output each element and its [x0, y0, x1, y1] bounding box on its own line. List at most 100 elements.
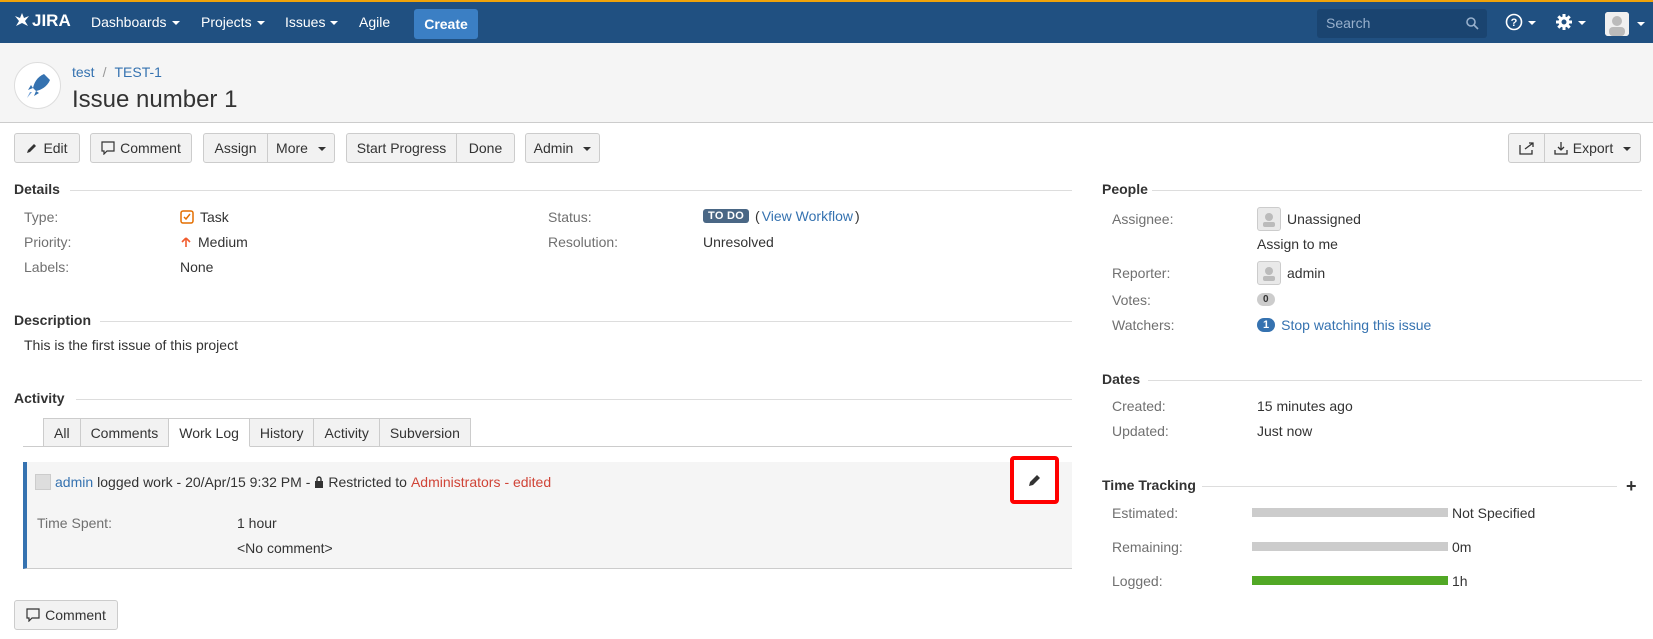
- export-button[interactable]: Export: [1544, 133, 1641, 163]
- details-divider: [70, 190, 1072, 191]
- labels-label: Labels:: [24, 259, 70, 275]
- share-icon: [1518, 142, 1534, 155]
- votes-value[interactable]: 0: [1257, 293, 1275, 306]
- description-divider: [100, 321, 1072, 322]
- details-heading: Details: [14, 181, 60, 197]
- add-comment-label: Comment: [45, 607, 106, 623]
- done-button[interactable]: Done: [456, 133, 515, 163]
- edit-button[interactable]: Edit: [14, 133, 80, 163]
- gear-icon: [1556, 14, 1572, 30]
- type-label: Type:: [24, 209, 59, 225]
- worklog-comment: <No comment>: [237, 540, 333, 556]
- start-progress-label: Start Progress: [356, 140, 447, 156]
- status-value: TO DO (View Workflow): [703, 208, 860, 224]
- jira-logo-text: JIRA: [32, 11, 71, 30]
- type-value-text: Task: [200, 209, 229, 225]
- unknown-user-icon: [1263, 213, 1275, 227]
- watchers-label: Watchers:: [1112, 317, 1175, 333]
- nav-projects[interactable]: Projects: [201, 14, 265, 30]
- create-button[interactable]: Create: [414, 9, 478, 39]
- tab-subversion[interactable]: Subversion: [379, 418, 471, 447]
- more-button-label: More: [276, 140, 308, 156]
- estimated-label: Estimated:: [1112, 505, 1179, 521]
- description-text: This is the first issue of this project: [24, 337, 238, 353]
- tab-work-log[interactable]: Work Log: [169, 418, 250, 447]
- view-workflow-link[interactable]: View Workflow: [762, 208, 853, 224]
- tab-history[interactable]: History: [249, 418, 315, 447]
- add-comment-button[interactable]: Comment: [14, 600, 118, 630]
- more-button[interactable]: More: [267, 133, 335, 163]
- nav-dashboards[interactable]: Dashboards: [91, 14, 180, 30]
- start-progress-button[interactable]: Start Progress: [346, 133, 457, 163]
- chevron-down-icon: [1528, 21, 1536, 25]
- assign-to-me-link[interactable]: Assign to me: [1257, 236, 1338, 252]
- logged-label: Logged:: [1112, 573, 1163, 589]
- tab-comments[interactable]: Comments: [80, 418, 170, 447]
- watchers-badge[interactable]: 1: [1257, 318, 1276, 332]
- svg-text:?: ?: [1511, 17, 1518, 29]
- activity-heading: Activity: [14, 390, 65, 406]
- description-heading: Description: [14, 312, 92, 328]
- add-worklog-icon[interactable]: +: [1626, 476, 1637, 497]
- reporter-label: Reporter:: [1112, 265, 1171, 281]
- breadcrumb-separator: /: [102, 64, 107, 80]
- created-label: Created:: [1112, 398, 1166, 414]
- avatar: [35, 474, 51, 490]
- worklog-action: logged work - 20/Apr/15 9:32 PM -: [97, 474, 311, 490]
- user-menu-caret[interactable]: [1632, 20, 1645, 26]
- nav-agile[interactable]: Agile: [359, 14, 390, 30]
- admin-button[interactable]: Admin: [525, 133, 600, 163]
- chevron-down-icon: [1623, 147, 1632, 151]
- issue-header: test / TEST-1 Issue number 1: [0, 43, 1653, 123]
- download-icon: [1554, 142, 1568, 155]
- dates-divider: [1148, 380, 1642, 381]
- help-menu[interactable]: ?: [1505, 13, 1536, 31]
- nav-issues[interactable]: Issues: [285, 14, 339, 30]
- lock-icon: [315, 476, 324, 488]
- priority-label: Priority:: [24, 234, 72, 250]
- updated-value: Just now: [1257, 423, 1313, 439]
- remaining-label: Remaining:: [1112, 539, 1183, 555]
- assign-button[interactable]: Assign: [203, 133, 268, 163]
- settings-menu[interactable]: [1555, 13, 1586, 31]
- share-button[interactable]: [1508, 133, 1545, 163]
- breadcrumb-project[interactable]: test: [72, 64, 95, 80]
- user-avatar-menu[interactable]: [1605, 12, 1629, 36]
- edit-button-label: Edit: [43, 140, 68, 156]
- nav-projects-label: Projects: [201, 14, 252, 30]
- jira-logo[interactable]: JIRA: [14, 11, 71, 31]
- chevron-down-icon: [256, 21, 265, 25]
- edit-worklog-button[interactable]: [1010, 456, 1059, 504]
- assignee-value-text: Unassigned: [1287, 211, 1361, 227]
- worklog-entry: admin logged work - 20/Apr/15 9:32 PM - …: [23, 462, 1072, 569]
- assignee-value: Unassigned: [1257, 207, 1361, 231]
- rocket-icon: [26, 73, 50, 98]
- worklog-user-link[interactable]: admin: [55, 474, 93, 490]
- time-tracking-heading: Time Tracking: [1102, 477, 1196, 493]
- comment-button[interactable]: Comment: [90, 133, 192, 163]
- project-avatar[interactable]: [14, 62, 61, 109]
- updated-label: Updated:: [1112, 423, 1169, 439]
- comment-icon: [26, 608, 40, 622]
- resolution-value: Unresolved: [703, 234, 774, 250]
- stop-watching-link[interactable]: Stop watching this issue: [1281, 317, 1431, 333]
- avatar: [1257, 261, 1281, 285]
- nav-dashboards-label: Dashboards: [91, 14, 167, 30]
- logged-bar: [1252, 576, 1448, 585]
- tab-all[interactable]: All: [43, 418, 81, 447]
- workflow-paren-open: (: [751, 208, 760, 224]
- user-icon: [1605, 12, 1629, 36]
- estimated-value: Not Specified: [1452, 505, 1536, 521]
- user-icon: [1263, 267, 1275, 281]
- jira-logo-icon: [15, 13, 29, 26]
- breadcrumb-issue-key[interactable]: TEST-1: [114, 64, 161, 80]
- breadcrumb: test / TEST-1: [72, 64, 162, 80]
- status-lozenge: TO DO: [703, 209, 750, 223]
- chevron-down-icon: [317, 147, 326, 151]
- status-label: Status:: [548, 209, 592, 225]
- votes-label: Votes:: [1112, 292, 1151, 308]
- resolution-label: Resolution:: [548, 234, 619, 250]
- tab-activity[interactable]: Activity: [314, 418, 380, 447]
- search-input[interactable]: Search: [1317, 9, 1487, 38]
- priority-value: Medium: [180, 234, 248, 250]
